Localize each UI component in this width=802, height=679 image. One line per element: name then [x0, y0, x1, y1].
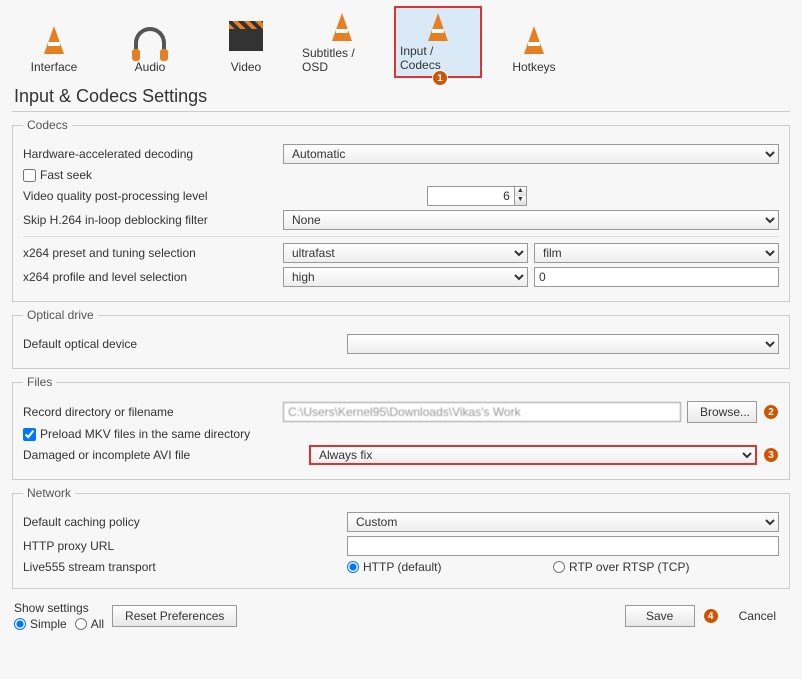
x264-tuning-select[interactable]: film: [534, 243, 779, 263]
proxy-label: HTTP proxy URL: [23, 539, 341, 553]
codecs-group: Codecs Hardware-accelerated decoding Aut…: [12, 118, 790, 302]
vq-spinner[interactable]: ▲▼: [427, 186, 527, 206]
vq-label: Video quality post-processing level: [23, 189, 277, 203]
live555-http-input[interactable]: [347, 561, 359, 573]
nav-input-codecs[interactable]: Input / Codecs 1: [394, 6, 482, 78]
live555-http-radio[interactable]: HTTP (default): [347, 560, 547, 574]
reset-preferences-button[interactable]: Reset Preferences: [112, 605, 237, 627]
save-button[interactable]: Save: [625, 605, 695, 627]
hotkeys-icon: [513, 22, 555, 58]
damaged-avi-select[interactable]: Always fix: [309, 445, 757, 465]
optical-legend: Optical drive: [23, 308, 98, 322]
vq-down-icon[interactable]: ▼: [515, 196, 526, 205]
codecs-subseparator: [23, 236, 779, 237]
show-settings-label: Show settings: [14, 601, 104, 615]
codecs-legend: Codecs: [23, 118, 72, 132]
nav-interface[interactable]: Interface: [10, 6, 98, 78]
callout-badge-2: 2: [763, 404, 779, 420]
live555-http-label: HTTP (default): [363, 560, 441, 574]
show-all-radio[interactable]: All: [75, 617, 104, 631]
callout-badge-3: 3: [763, 447, 779, 463]
preload-mkv-label: Preload MKV files in the same directory: [40, 427, 250, 441]
preload-mkv-checkbox[interactable]: Preload MKV files in the same directory: [23, 427, 250, 441]
live555-rtp-input[interactable]: [553, 561, 565, 573]
fast-seek-label: Fast seek: [40, 168, 92, 182]
live555-label: Live555 stream transport: [23, 560, 341, 574]
optical-device-select[interactable]: [347, 334, 779, 354]
nav-hotkeys[interactable]: Hotkeys: [490, 6, 578, 78]
nav-video[interactable]: Video: [202, 6, 290, 78]
browse-button[interactable]: Browse...: [687, 401, 757, 423]
optical-device-label: Default optical device: [23, 337, 341, 351]
record-dir-label: Record directory or filename: [23, 405, 277, 419]
fast-seek-checkbox[interactable]: Fast seek: [23, 168, 92, 182]
x264-profile-select[interactable]: high: [283, 267, 528, 287]
fast-seek-input[interactable]: [23, 169, 36, 182]
files-legend: Files: [23, 375, 56, 389]
network-legend: Network: [23, 486, 75, 500]
nav-label: Audio: [135, 60, 166, 74]
caching-select[interactable]: Custom: [347, 512, 779, 532]
x264-preset-select[interactable]: ultrafast: [283, 243, 528, 263]
files-group: Files Record directory or filename Brows…: [12, 375, 790, 480]
footer: Show settings Simple All Reset Preferenc…: [0, 595, 802, 641]
show-simple-input[interactable]: [14, 618, 26, 630]
input-codecs-icon: [417, 12, 459, 42]
network-group: Network Default caching policy Custom HT…: [12, 486, 790, 589]
skip-deblock-select[interactable]: None: [283, 210, 779, 230]
nav-label: Interface: [31, 60, 78, 74]
record-dir-input[interactable]: [283, 402, 681, 422]
top-nav: Interface Audio Video Subtitles / OSD In…: [0, 0, 802, 78]
callout-badge-1: 1: [432, 70, 448, 86]
x264-preset-label: x264 preset and tuning selection: [23, 246, 277, 260]
subtitles-icon: [321, 10, 363, 44]
nav-label: Video: [231, 60, 261, 74]
x264-level-input[interactable]: [534, 267, 779, 287]
live555-rtp-radio[interactable]: RTP over RTSP (TCP): [553, 560, 689, 574]
callout-badge-4: 4: [703, 608, 719, 624]
live555-rtp-label: RTP over RTSP (TCP): [569, 560, 689, 574]
show-settings-group: Show settings Simple All: [14, 601, 104, 631]
optical-group: Optical drive Default optical device: [12, 308, 790, 369]
audio-icon: [129, 22, 171, 58]
proxy-input[interactable]: [347, 536, 779, 556]
interface-icon: [33, 22, 75, 58]
nav-label: Subtitles / OSD: [302, 46, 382, 74]
x264-profile-label: x264 profile and level selection: [23, 270, 277, 284]
show-simple-radio[interactable]: Simple: [14, 617, 67, 631]
preload-mkv-input[interactable]: [23, 428, 36, 441]
title-separator: [12, 111, 790, 112]
cancel-button[interactable]: Cancel: [727, 605, 788, 627]
show-all-input[interactable]: [75, 618, 87, 630]
nav-label: Input / Codecs: [400, 44, 476, 72]
settings-scroll: Codecs Hardware-accelerated decoding Aut…: [0, 118, 802, 589]
caching-label: Default caching policy: [23, 515, 341, 529]
skip-deblock-label: Skip H.264 in-loop deblocking filter: [23, 213, 277, 227]
vq-up-icon[interactable]: ▲: [515, 187, 526, 196]
hw-decode-label: Hardware-accelerated decoding: [23, 147, 277, 161]
damaged-avi-label: Damaged or incomplete AVI file: [23, 448, 303, 462]
nav-subtitles[interactable]: Subtitles / OSD: [298, 6, 386, 78]
page-title: Input & Codecs Settings: [0, 78, 802, 111]
vq-input[interactable]: [427, 186, 515, 206]
nav-label: Hotkeys: [512, 60, 555, 74]
hw-decode-select[interactable]: Automatic: [283, 144, 779, 164]
nav-audio[interactable]: Audio: [106, 6, 194, 78]
video-icon: [225, 22, 267, 58]
